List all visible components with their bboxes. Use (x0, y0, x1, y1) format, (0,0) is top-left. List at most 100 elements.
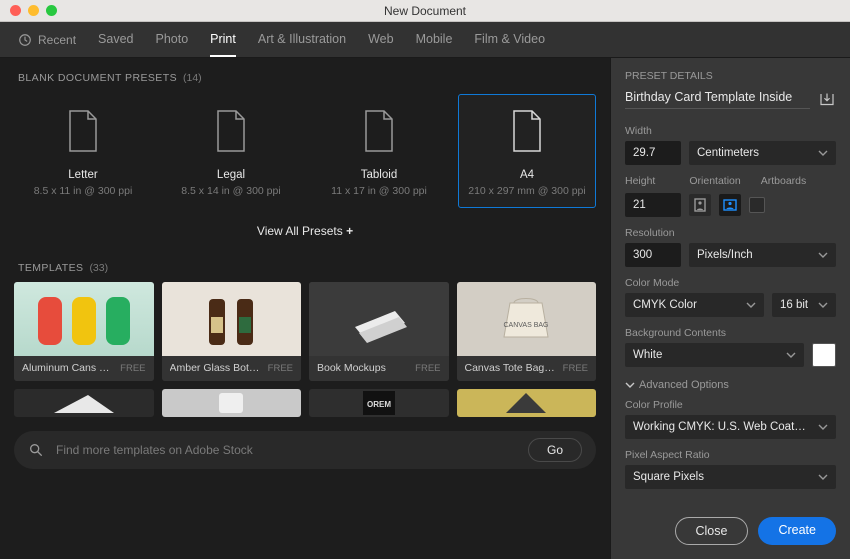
preset-tabloid[interactable]: Tabloid 11 x 17 in @ 300 ppi (310, 94, 448, 208)
tab-recent[interactable]: Recent (18, 33, 76, 47)
orientation-landscape-button[interactable] (719, 194, 741, 216)
templates-count: (33) (89, 262, 108, 274)
chevron-down-icon (818, 148, 828, 158)
template-thumb: CANVAS BAG (457, 282, 597, 356)
blank-presets-label: BLANK DOCUMENT PRESETS (18, 72, 177, 84)
blank-presets-header: BLANK DOCUMENT PRESETS (14) (0, 58, 610, 88)
template-thumb (14, 389, 154, 417)
color-profile-dropdown[interactable]: Working CMYK: U.S. Web Coated (S… (625, 415, 836, 439)
tab-print[interactable]: Print (210, 22, 236, 57)
blank-presets-count: (14) (183, 72, 202, 84)
background-dropdown[interactable]: White (625, 343, 804, 367)
left-panel: BLANK DOCUMENT PRESETS (14) Letter 8.5 x… (0, 58, 610, 559)
width-input[interactable]: 29.7 (625, 141, 681, 165)
template-card[interactable] (457, 389, 597, 417)
template-card[interactable]: Book MockupsFREE (309, 282, 449, 381)
document-name-input[interactable]: Birthday Card Template Inside (625, 90, 810, 109)
window-title: New Document (0, 4, 850, 18)
tab-mobile[interactable]: Mobile (416, 22, 453, 57)
preset-name: Letter (68, 169, 97, 181)
document-icon (66, 109, 100, 153)
document-icon (214, 109, 248, 153)
height-input[interactable]: 21 (625, 193, 681, 217)
preset-spec: 11 x 17 in @ 300 ppi (331, 185, 427, 197)
color-depth-dropdown[interactable]: 16 bit (772, 293, 836, 317)
chevron-down-icon (746, 300, 756, 310)
minimize-window-icon[interactable] (28, 5, 39, 16)
template-thumb (162, 282, 302, 356)
preset-details-panel: PRESET DETAILS Birthday Card Template In… (610, 58, 850, 559)
artboards-label: Artboards (761, 175, 807, 187)
zoom-window-icon[interactable] (46, 5, 57, 16)
dialog-footer: Close Create (611, 503, 850, 559)
resolution-label: Resolution (611, 221, 850, 241)
background-contents-label: Background Contents (611, 321, 850, 341)
preset-a4[interactable]: A4 210 x 297 mm @ 300 ppi (458, 94, 596, 208)
preset-legal[interactable]: Legal 8.5 x 14 in @ 300 ppi (162, 94, 300, 208)
svg-text:CANVAS BAG: CANVAS BAG (504, 322, 549, 329)
chevron-down-icon (818, 250, 828, 260)
save-preset-icon[interactable] (818, 91, 836, 109)
svg-text:OREM: OREM (367, 400, 391, 409)
search-icon (28, 442, 44, 458)
preset-spec: 8.5 x 14 in @ 300 ppi (181, 185, 280, 197)
tab-web[interactable]: Web (368, 22, 393, 57)
clock-icon (18, 33, 32, 47)
chevron-down-icon (818, 300, 828, 310)
tab-saved[interactable]: Saved (98, 22, 133, 57)
template-thumb (14, 282, 154, 356)
document-icon (362, 109, 396, 153)
create-button[interactable]: Create (758, 517, 836, 545)
category-tabs: Recent Saved Photo Print Art & Illustrat… (0, 22, 850, 58)
templates-header: TEMPLATES (33) (0, 248, 610, 278)
color-mode-dropdown[interactable]: CMYK Color (625, 293, 764, 317)
chevron-down-icon (818, 472, 828, 482)
close-button[interactable]: Close (675, 517, 749, 545)
go-button[interactable]: Go (528, 438, 582, 462)
template-card[interactable]: Amber Glass Bottles…FREE (162, 282, 302, 381)
template-thumb (309, 282, 449, 356)
templates-label: TEMPLATES (18, 262, 83, 274)
template-card[interactable]: Aluminum Cans Moc…FREE (14, 282, 154, 381)
window-controls (10, 5, 57, 16)
template-thumb: OREM (309, 389, 449, 417)
template-card[interactable] (14, 389, 154, 417)
chevron-down-icon (625, 380, 635, 390)
tab-recent-label: Recent (38, 33, 76, 47)
color-profile-label: Color Profile (611, 393, 850, 413)
document-icon (510, 109, 544, 153)
orientation-label: Orientation (689, 175, 740, 187)
pixel-aspect-label: Pixel Aspect Ratio (611, 443, 850, 463)
preset-spec: 210 x 297 mm @ 300 ppi (468, 185, 585, 197)
pixel-aspect-dropdown[interactable]: Square Pixels (625, 465, 836, 489)
resolution-unit-dropdown[interactable]: Pixels/Inch (689, 243, 836, 267)
background-color-swatch[interactable] (812, 343, 836, 367)
orientation-portrait-button[interactable] (689, 194, 711, 216)
view-all-presets-button[interactable]: View All Presets + (0, 220, 610, 248)
titlebar: New Document (0, 0, 850, 22)
template-thumb (457, 389, 597, 417)
template-card[interactable]: CANVAS BAG Canvas Tote Bag Mo…FREE (457, 282, 597, 381)
preset-letter[interactable]: Letter 8.5 x 11 in @ 300 ppi (14, 94, 152, 208)
artboards-checkbox[interactable] (749, 197, 765, 213)
tab-film-video[interactable]: Film & Video (474, 22, 545, 57)
template-card[interactable]: OREM (309, 389, 449, 417)
chevron-down-icon (818, 422, 828, 432)
stock-search[interactable]: Find more templates on Adobe Stock Go (14, 431, 596, 469)
resolution-input[interactable]: 300 (625, 243, 681, 267)
color-mode-label: Color Mode (611, 271, 850, 291)
preset-details-heading: PRESET DETAILS (625, 70, 713, 82)
tab-photo[interactable]: Photo (155, 22, 188, 57)
width-label: Width (611, 119, 850, 139)
template-card[interactable] (162, 389, 302, 417)
preset-spec: 8.5 x 11 in @ 300 ppi (34, 185, 133, 197)
height-label: Height (625, 175, 655, 187)
tab-art-illustration[interactable]: Art & Illustration (258, 22, 346, 57)
new-document-window: New Document Recent Saved Photo Print Ar… (0, 0, 850, 559)
advanced-options-toggle[interactable]: Advanced Options (611, 371, 850, 393)
preset-name: A4 (520, 169, 534, 181)
search-placeholder: Find more templates on Adobe Stock (56, 443, 516, 457)
close-window-icon[interactable] (10, 5, 21, 16)
template-thumb (162, 389, 302, 417)
unit-dropdown[interactable]: Centimeters (689, 141, 836, 165)
